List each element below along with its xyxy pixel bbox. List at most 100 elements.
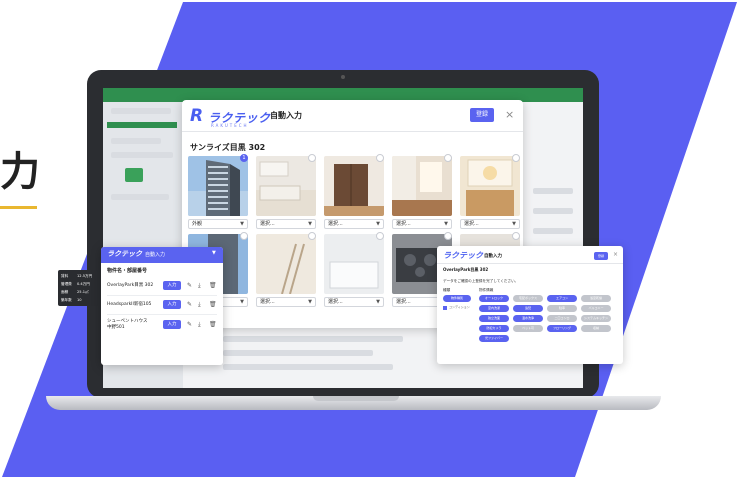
background-line xyxy=(223,350,373,356)
photo-check-icon[interactable] xyxy=(240,232,248,240)
brand-logo-name: ラクテック xyxy=(443,251,483,260)
category-select-value: 選択... xyxy=(328,221,343,227)
heading-underline xyxy=(0,206,37,209)
brand-logo-sub: RAKUTECH xyxy=(211,123,249,128)
photo-check-icon[interactable] xyxy=(308,154,316,162)
close-icon[interactable]: × xyxy=(613,251,618,258)
category-select[interactable]: 選択... ▼ xyxy=(324,297,384,307)
chevron-down-icon: ▼ xyxy=(308,221,312,227)
property-name: HeadsparkII新宿105 xyxy=(107,302,152,307)
photo-check-icon[interactable]: 1 xyxy=(240,154,248,162)
feature-pill[interactable]: システムキッチン xyxy=(581,315,611,322)
feature-pill[interactable]: 収納 xyxy=(581,325,611,332)
feature-pill[interactable]: 光ファイバー xyxy=(479,335,509,342)
category-select[interactable]: 外観 ▼ xyxy=(188,219,248,229)
chevron-down-icon: ▼ xyxy=(240,221,244,227)
property-title: サンライズ目黒 302 xyxy=(190,143,266,152)
tooltip-value: 12.5万円 xyxy=(77,274,93,278)
feature-pill[interactable]: 防犯カメラ xyxy=(479,325,509,332)
photo-check-icon[interactable] xyxy=(308,232,316,240)
property-summary-tooltip: 賃料 12.5万円 管理費 0.4万円 面積 25.1㎡ 築年数 10 xyxy=(58,270,98,306)
trash-icon[interactable]: 🗑 xyxy=(209,320,217,329)
modal-title: 自動入力 xyxy=(270,111,302,120)
category-select-value: 選択... xyxy=(260,299,275,305)
checkbox-label: コンディション xyxy=(449,305,470,309)
download-icon[interactable]: ⤓ xyxy=(198,300,201,309)
photo-closet[interactable] xyxy=(324,156,384,216)
photo-check-icon[interactable] xyxy=(376,154,384,162)
feature-pill[interactable]: バルコニー xyxy=(581,305,611,312)
input-button[interactable]: 入力 xyxy=(163,320,181,329)
download-icon[interactable]: ⤓ xyxy=(198,320,201,329)
feature-pill[interactable]: 二口コンロ xyxy=(547,315,577,322)
chevron-down-icon[interactable]: ▼ xyxy=(212,250,216,256)
hero-heading-fragment: 力 xyxy=(0,149,40,195)
tooltip-row: 築年数 10 xyxy=(61,296,95,304)
category-select[interactable]: 選択... ▼ xyxy=(256,297,316,307)
feature-pill[interactable]: フローリング xyxy=(547,325,577,332)
input-button[interactable]: 入力 xyxy=(163,300,181,309)
brand-logo-name: ラクテック xyxy=(107,250,142,258)
tooltip-label: 面積 xyxy=(61,290,69,294)
tooltip-label: 築年数 xyxy=(61,298,72,302)
chevron-down-icon: ▼ xyxy=(308,299,312,305)
background-line xyxy=(111,194,169,200)
category-select[interactable]: 選択... ▼ xyxy=(460,219,520,229)
category-select-value: 選択... xyxy=(260,221,275,227)
photo-check-icon[interactable] xyxy=(444,154,452,162)
tooltip-row: 賃料 12.5万円 xyxy=(61,272,95,280)
property-name: OverlayPark目黒 302 xyxy=(107,283,154,288)
section-title: 物件名・部屋番号 xyxy=(107,268,148,274)
feature-pill[interactable]: 温水洗浄 xyxy=(513,315,543,322)
edit-icon[interactable]: ✎ xyxy=(187,320,192,329)
photo-check-icon[interactable] xyxy=(512,232,520,240)
photo-exterior[interactable] xyxy=(188,156,248,216)
tooltip-row: 管理費 0.4万円 xyxy=(61,280,95,288)
column-header-features: 物件情報 xyxy=(479,288,494,292)
download-icon[interactable]: ⤓ xyxy=(198,281,201,290)
trash-icon[interactable]: 🗑 xyxy=(209,300,217,309)
register-button[interactable]: 登録 xyxy=(470,108,494,122)
photo-check-icon[interactable] xyxy=(376,232,384,240)
register-button[interactable]: 登録 xyxy=(594,252,608,260)
category-select[interactable]: 選択... ▼ xyxy=(324,219,384,229)
edit-icon[interactable]: ✎ xyxy=(187,281,192,290)
column-header-type: 種類 xyxy=(443,288,451,292)
camera-dot xyxy=(341,75,345,79)
feature-pill[interactable]: 追焚 xyxy=(513,305,543,312)
feature-pill[interactable]: ペット可 xyxy=(513,325,543,332)
feature-pill[interactable]: 宅配ボックス xyxy=(513,295,543,302)
category-select[interactable]: 選択... ▼ xyxy=(392,219,452,229)
category-select-value: 選択... xyxy=(396,299,411,305)
photo-bath[interactable] xyxy=(324,234,384,294)
edit-icon[interactable]: ✎ xyxy=(187,300,192,309)
modal-header: R ラクテック RAKUTECH 自動入力 登録 × xyxy=(182,100,523,132)
feature-pill[interactable]: エアコン xyxy=(547,295,577,302)
checkbox-icon[interactable] xyxy=(443,306,447,310)
chevron-down-icon: ▼ xyxy=(512,221,516,227)
background-line xyxy=(111,108,171,114)
category-select-value: 選択... xyxy=(396,221,411,227)
photo-kitchen[interactable] xyxy=(256,156,316,216)
feature-pill[interactable]: 独立洗面 xyxy=(479,315,509,322)
trash-icon[interactable]: 🗑 xyxy=(209,281,217,290)
feature-pill[interactable]: オートロック xyxy=(479,295,509,302)
photo-check-icon[interactable] xyxy=(444,232,452,240)
chevron-down-icon: ▼ xyxy=(444,221,448,227)
background-app-row xyxy=(107,122,177,128)
popup-header: ラクテック 自動入力 ▼ xyxy=(101,247,223,263)
feature-pill[interactable]: 室内洗濯 xyxy=(479,305,509,312)
photo-room[interactable] xyxy=(392,156,452,216)
feature-pill[interactable]: 駐車 xyxy=(547,305,577,312)
input-button[interactable]: 入力 xyxy=(163,281,181,290)
category-select[interactable]: 選択... ▼ xyxy=(256,219,316,229)
photo-loft[interactable] xyxy=(256,234,316,294)
tooltip-value: 25.1㎡ xyxy=(77,290,89,294)
chevron-down-icon: ▼ xyxy=(376,221,380,227)
type-pill[interactable]: 物件種別 xyxy=(443,295,471,302)
close-icon[interactable]: × xyxy=(505,108,514,122)
feature-pill[interactable]: 浴室乾燥 xyxy=(581,295,611,302)
photo-washroom[interactable] xyxy=(460,156,520,216)
tooltip-value: 10 xyxy=(77,298,82,302)
photo-check-icon[interactable] xyxy=(512,154,520,162)
